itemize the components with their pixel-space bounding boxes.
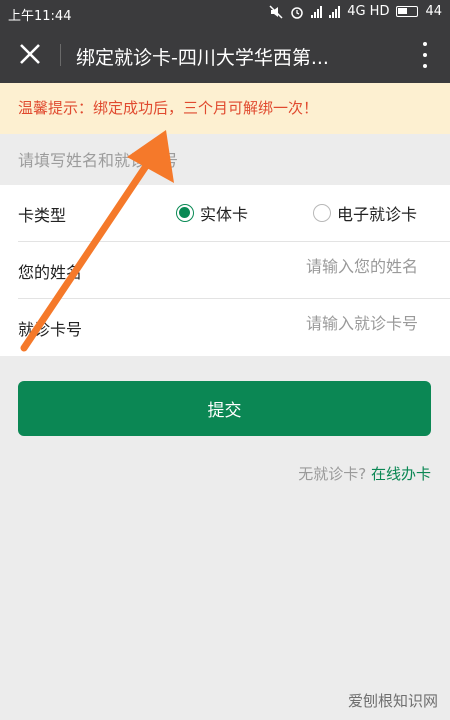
mute-icon bbox=[269, 4, 283, 19]
status-bar: 上午11:44 4G HD 44 bbox=[0, 0, 450, 26]
more-menu-button[interactable] bbox=[420, 42, 430, 68]
watermark: 爱刨根知识网 bbox=[347, 692, 438, 710]
card-type-label: 卡类型 bbox=[18, 206, 67, 225]
battery-level: 44 bbox=[425, 4, 442, 19]
no-card-prompt: 无就诊卡? 在线办卡 bbox=[298, 463, 431, 484]
name-label: 您的姓名 bbox=[18, 263, 83, 282]
binding-form: 卡类型 实体卡 电子就诊卡 您的姓名 就诊卡号 bbox=[0, 185, 450, 356]
no-card-text: 无就诊卡? bbox=[298, 465, 367, 483]
submit-button[interactable]: 提交 bbox=[18, 381, 431, 436]
status-icons: 4G HD 44 bbox=[269, 4, 442, 19]
radio-physical-label: 实体卡 bbox=[200, 205, 249, 224]
radio-electronic-label: 电子就诊卡 bbox=[337, 205, 418, 224]
status-time: 上午11:44 bbox=[8, 9, 72, 24]
close-button[interactable] bbox=[16, 40, 44, 68]
radio-electronic-card[interactable]: 电子就诊卡 bbox=[313, 201, 417, 225]
card-number-label: 就诊卡号 bbox=[18, 320, 83, 339]
name-row: 您的姓名 bbox=[18, 242, 450, 299]
online-card-link[interactable]: 在线办卡 bbox=[371, 465, 431, 483]
title-divider bbox=[60, 44, 61, 66]
page-title: 绑定就诊卡-四川大学华西第... bbox=[76, 47, 329, 69]
title-bar: 绑定就诊卡-四川大学华西第... bbox=[0, 26, 450, 83]
card-number-row: 就诊卡号 bbox=[18, 299, 450, 356]
alarm-icon bbox=[291, 6, 303, 19]
network-type: 4G HD bbox=[347, 4, 390, 19]
signal-2-icon bbox=[329, 5, 341, 18]
signal-icon bbox=[311, 5, 323, 18]
card-number-input[interactable] bbox=[238, 314, 418, 333]
notice-banner: 温馨提示：绑定成功后，三个月可解绑一次！ bbox=[0, 83, 450, 134]
radio-physical-card[interactable]: 实体卡 bbox=[176, 201, 248, 225]
battery-icon bbox=[396, 6, 419, 17]
radio-unchecked-icon bbox=[313, 204, 331, 222]
more-icon bbox=[423, 42, 427, 46]
close-icon bbox=[20, 44, 40, 64]
card-type-row: 卡类型 实体卡 电子就诊卡 bbox=[18, 185, 450, 242]
radio-checked-icon bbox=[176, 204, 194, 222]
section-hint: 请填写姓名和就诊卡号 bbox=[18, 151, 179, 170]
name-input[interactable] bbox=[238, 257, 418, 276]
